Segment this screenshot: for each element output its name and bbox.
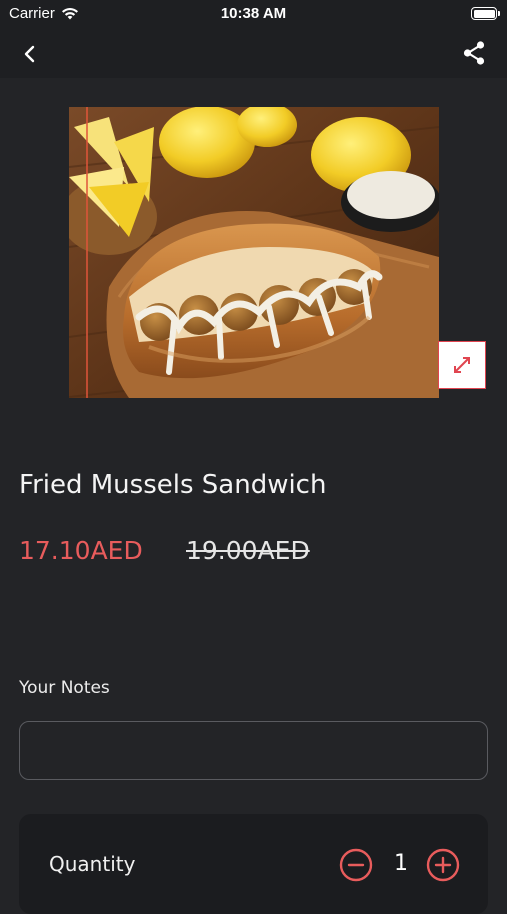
quantity-label: Quantity <box>49 852 136 876</box>
back-button[interactable] <box>16 40 44 68</box>
status-time: 10:38 AM <box>220 5 287 22</box>
product-title: Fried Mussels Sandwich <box>19 470 327 500</box>
increase-quantity-button[interactable] <box>426 848 460 882</box>
status-bar: Carrier 10:38 AM <box>0 0 507 28</box>
notes-input[interactable] <box>19 721 488 780</box>
decrease-quantity-button[interactable] <box>339 848 373 882</box>
original-price: 19.00AED <box>186 536 310 565</box>
plus-circle-icon <box>426 848 460 882</box>
expand-image-button[interactable] <box>438 341 486 389</box>
expand-arrows-icon <box>454 357 470 373</box>
product-image[interactable] <box>69 107 439 398</box>
discounted-price: 17.10AED <box>19 536 143 565</box>
nav-bar <box>0 28 507 78</box>
chevron-left-icon <box>24 45 35 63</box>
notes-label: Your Notes <box>19 678 110 698</box>
quantity-value: 1 <box>394 851 408 876</box>
share-button[interactable] <box>459 38 489 68</box>
share-icon <box>463 41 485 65</box>
quantity-card: Quantity 1 <box>19 814 488 914</box>
minus-circle-icon <box>339 848 373 882</box>
fried-mussels-sandwich-photo <box>69 107 439 398</box>
battery-icon <box>471 7 500 20</box>
